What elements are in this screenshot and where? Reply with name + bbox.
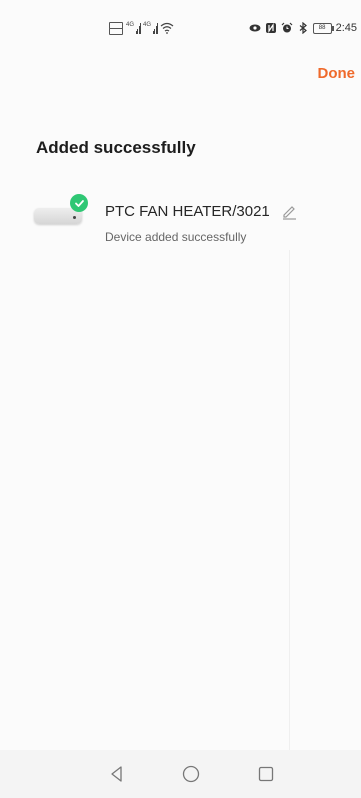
device-row[interactable]: PTC FAN HEATER/3021 Device added success… [30, 194, 350, 254]
nav-bar [0, 750, 361, 798]
done-button[interactable]: Done [318, 65, 356, 82]
check-icon [70, 194, 88, 212]
hd-icon [109, 22, 123, 35]
device-status: Device added successfully [105, 230, 247, 244]
status-bar: 4G 4G 88 2:45 [0, 0, 361, 44]
status-left: 4G 4G [109, 20, 174, 36]
screen: 4G 4G 88 2:45 Done Added successfully PT… [0, 0, 361, 798]
signal-label: 4G [143, 22, 152, 28]
signal-icon: 4G [126, 22, 141, 34]
signal-label: 4G [126, 22, 135, 28]
recents-icon[interactable] [256, 764, 276, 784]
status-right: 88 2:45 [249, 20, 357, 36]
edit-icon[interactable] [280, 202, 298, 220]
home-icon[interactable] [181, 764, 201, 784]
battery-level: 88 [318, 24, 326, 31]
battery-icon: 88 [312, 22, 334, 34]
device-name: PTC FAN HEATER/3021 [105, 203, 270, 220]
alarm-icon [281, 22, 293, 33]
page-title: Added successfully [36, 138, 196, 157]
back-icon[interactable] [107, 764, 127, 784]
divider [289, 250, 290, 750]
nfc-icon [265, 23, 276, 33]
device-indicator [73, 216, 76, 219]
eye-icon [249, 24, 261, 32]
wifi-icon [160, 22, 174, 34]
status-time: 2:45 [335, 22, 357, 34]
bluetooth-icon [299, 22, 307, 34]
signal-icon: 4G [143, 22, 158, 34]
